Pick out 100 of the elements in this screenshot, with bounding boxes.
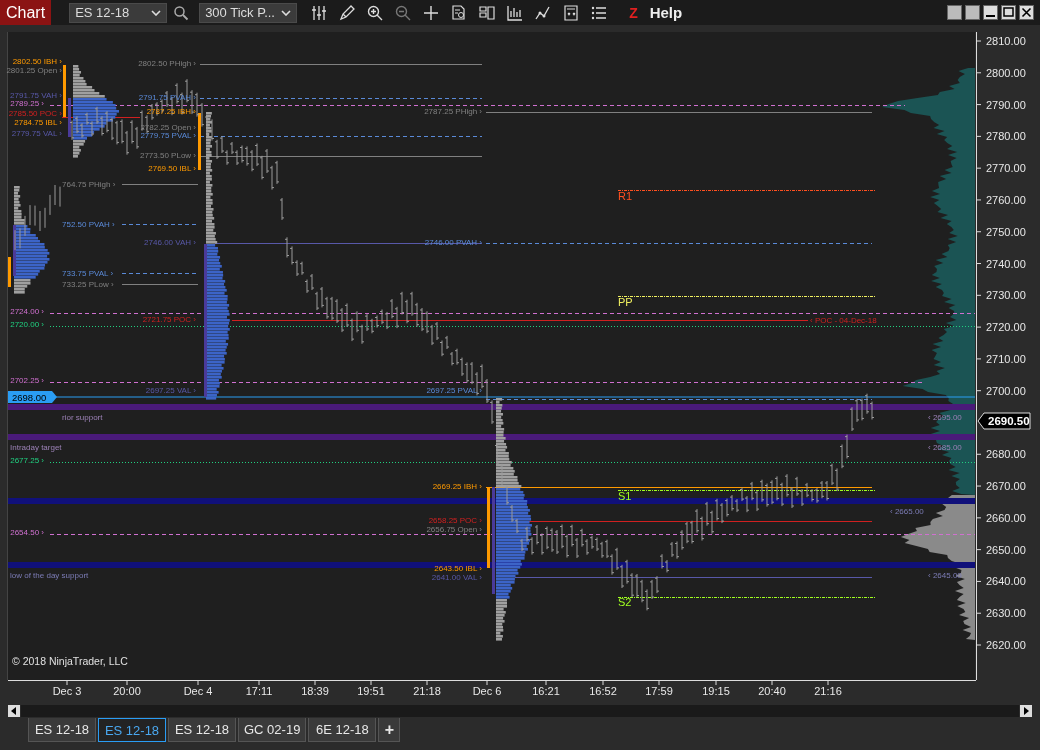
level-label: 2769.50 IBL › <box>148 164 196 173</box>
calculator-icon[interactable] <box>563 4 580 21</box>
axis-label: 2640.00 <box>986 575 1026 588</box>
help-menu[interactable]: Help <box>645 4 687 21</box>
level-label: 2677.25 › <box>10 456 44 465</box>
level-label: 2773.50 PLow › <box>139 151 196 160</box>
pencil-icon[interactable] <box>339 4 356 21</box>
chart-tab[interactable]: 6E 12-18 <box>308 718 377 742</box>
level-label: 2724.00 › <box>10 307 44 316</box>
level-label: 2702.25 › <box>10 376 44 385</box>
caret-icon <box>281 9 292 16</box>
level-label: 2697.25 VAL › <box>145 386 196 395</box>
axis-label: 2650.00 <box>986 543 1026 556</box>
time-axis-label: Dec 6 <box>472 685 502 697</box>
list-icon[interactable] <box>591 4 608 21</box>
level-label: 752.50 PVAH › <box>62 220 115 229</box>
axis-label: 2760.00 <box>986 193 1026 206</box>
add-tab-button[interactable]: + <box>378 718 401 742</box>
level-label: 2802.50 PHigh › <box>138 59 196 68</box>
sliders-icon[interactable] <box>311 4 328 21</box>
crosshair-icon[interactable] <box>423 4 440 21</box>
axis-label: 2680.00 <box>986 448 1026 461</box>
time-axis-label: 19:15 <box>702 685 730 697</box>
caret-icon <box>151 9 162 16</box>
level-label: 733.75 PVAL › <box>62 269 114 278</box>
axis-label: 2710.00 <box>986 352 1026 365</box>
level-label: 2641.00 VAL › <box>431 573 482 582</box>
level-label: 2784.75 IBL › <box>14 118 62 127</box>
level-label: 2654.50 › <box>10 528 44 537</box>
last-price-tag: 2690.50 <box>977 412 1031 430</box>
level-label: 2779.75 VAL › <box>11 129 62 138</box>
level-label: 2801.25 Open › <box>6 66 62 75</box>
level-label: PP <box>618 296 633 308</box>
close-icon[interactable] <box>1019 5 1034 20</box>
axis-label: 2790.00 <box>986 98 1026 111</box>
level-label: 2789.25 › <box>10 99 44 108</box>
level-label: 764.75 PHigh › <box>62 180 116 189</box>
level-label: 2779.75 PVAL › <box>140 131 196 140</box>
minimize-icon[interactable] <box>983 5 998 20</box>
level-label: 2791.75 VAH › <box>10 91 62 100</box>
maximize-icon[interactable] <box>1001 5 1016 20</box>
axis-label: 2670.00 <box>986 480 1026 493</box>
level-label: 2746.00 VAH › <box>144 238 196 247</box>
level-label: 2785.50 POC › <box>8 109 62 118</box>
level-label: 733.25 PLow › <box>62 280 114 289</box>
axis-label: 2630.00 <box>986 607 1026 620</box>
level-label: 2658.25 POC › <box>428 516 482 525</box>
copyright-text: © 2018 NinjaTrader, LLC <box>12 655 128 667</box>
zoom-in-icon[interactable] <box>367 4 384 21</box>
level-label: 2721.75 POC › <box>142 315 196 324</box>
time-axis-label: Dec 4 <box>183 685 213 697</box>
chart-button[interactable]: Chart <box>0 0 52 25</box>
time-axis-label: 16:21 <box>532 685 560 697</box>
chart-tab[interactable]: ES 12-18 <box>98 718 166 742</box>
axis-label: 2780.00 <box>986 130 1026 143</box>
time-axis-label: 21:16 <box>814 685 842 697</box>
level-label: 2791.75 PVAH › <box>138 93 196 102</box>
zoom-out-icon[interactable] <box>395 4 412 21</box>
level-label: S2 <box>618 596 632 608</box>
axis-label: 2740.00 <box>986 257 1026 270</box>
level-label: 2643.50 IBL › <box>434 564 482 573</box>
chart-tab[interactable]: ES 12-18 <box>168 718 236 742</box>
scroll-left-icon[interactable] <box>8 705 20 717</box>
scroll-right-icon[interactable] <box>1020 705 1032 717</box>
level-label: 2802.50 IBH › <box>12 57 62 66</box>
level-label: rior support <box>62 413 103 422</box>
z-button[interactable]: Z <box>625 4 642 21</box>
axis-label: 2730.00 <box>986 289 1026 302</box>
level-label: Intraday target <box>10 443 62 452</box>
axis-label: 2660.00 <box>986 511 1026 524</box>
axis-label: 2810.00 <box>986 35 1026 47</box>
time-axis-label: 20:00 <box>113 685 141 697</box>
axis-label: 2620.00 <box>986 639 1026 651</box>
level-label: S1 <box>618 490 632 502</box>
window-button-icon[interactable] <box>947 5 962 20</box>
axis-label: 2800.00 <box>986 66 1026 79</box>
level-label: low of the day support <box>10 571 89 580</box>
bar-type-dropdown[interactable]: 300 Tick P... <box>199 2 298 23</box>
time-axis-label: 17:11 <box>245 685 273 697</box>
time-axis-label: Dec 3 <box>52 685 82 697</box>
document-search-icon[interactable] <box>451 4 468 21</box>
panels-icon[interactable] <box>479 4 496 21</box>
line-chart-icon[interactable] <box>535 4 552 21</box>
time-axis-label: 21:18 <box>413 685 441 697</box>
current-price-tag: 2698.00 <box>8 391 57 403</box>
chart-tab[interactable]: GC 02-19 <box>238 718 307 742</box>
axis-label: 2700.00 <box>986 384 1026 397</box>
bar-chart-icon[interactable] <box>507 4 524 21</box>
level-label: ‹ 2685.00 <box>928 443 962 452</box>
level-label: R1 <box>618 190 633 202</box>
search-icon[interactable] <box>173 4 190 21</box>
level-label: 2697.25 PVAL › <box>426 386 482 395</box>
level-label: 2669.25 IBH › <box>432 482 482 491</box>
time-axis-label: 17:59 <box>645 685 673 697</box>
axis-label: 2750.00 <box>986 225 1026 238</box>
time-axis-label: 16:52 <box>589 685 617 697</box>
time-axis-label: 20:40 <box>758 685 786 697</box>
chart-tab[interactable]: ES 12-18 <box>28 718 96 742</box>
level-label: 2787.25 PHigh › <box>424 107 482 116</box>
instrument-dropdown[interactable]: ES 12-18 <box>69 2 168 23</box>
